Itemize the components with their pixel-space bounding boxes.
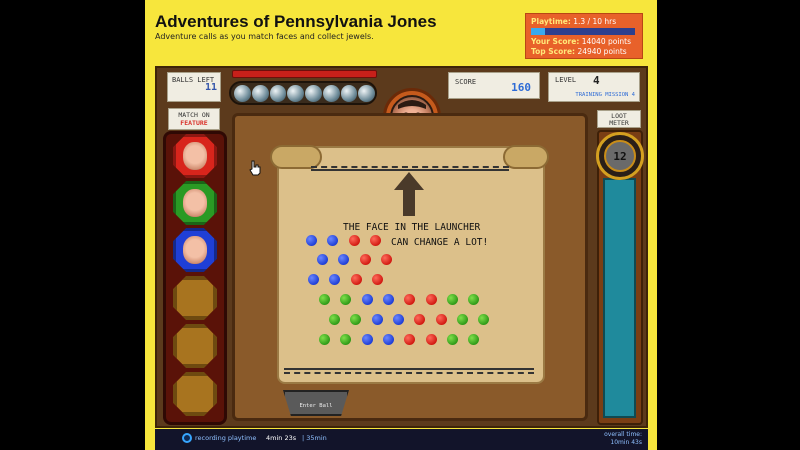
your-score-value: 14040 points	[581, 37, 632, 46]
balls-left-panel: Balls Left 11	[167, 72, 221, 102]
ball-blue	[308, 274, 319, 285]
face-gem	[173, 228, 217, 272]
queued-ball	[234, 84, 251, 102]
score-value: 160	[511, 81, 531, 94]
page-subtitle: Adventure calls as you match faces and c…	[155, 32, 374, 41]
ball-green	[456, 314, 468, 325]
loot-meter-label: Loot Meter	[597, 110, 641, 128]
top-score-value: 24940 points	[577, 47, 627, 56]
match-on-feature-label: Match on Feature	[168, 108, 220, 130]
hint-text: The face in the launcher can change a lo…	[343, 220, 523, 250]
queued-ball	[340, 84, 358, 102]
empty-gem-slot	[173, 324, 217, 368]
your-score-label: Your Score:	[531, 37, 580, 46]
ball-green	[446, 334, 458, 345]
ball-blue	[382, 334, 394, 345]
hint-line-1: The face in the launcher	[343, 222, 481, 233]
queued-ball	[287, 84, 304, 102]
ball-red	[369, 235, 381, 246]
enter-ball-cart[interactable]: Enter Ball	[283, 390, 349, 422]
ball-blue	[361, 334, 373, 345]
playtime-row: Playtime: 1.3 / 10 hrs	[531, 17, 637, 27]
match-on-text: Match on	[178, 111, 210, 119]
recording-icon	[182, 433, 192, 443]
overall-time-label: overall time:	[604, 431, 642, 438]
scroll-roll-right	[503, 145, 549, 169]
ball-blue	[392, 314, 404, 325]
your-score-row: Your Score: 14040 points	[531, 37, 637, 47]
playtime-progress	[531, 28, 635, 35]
top-rail	[311, 166, 509, 171]
queued-ball	[251, 84, 269, 102]
gem-frame	[173, 324, 217, 368]
score-label: Score	[455, 78, 477, 86]
empty-gem-slot	[173, 372, 217, 416]
face-icon	[183, 236, 207, 264]
ball-red	[380, 254, 392, 265]
loot-value: 12	[604, 140, 636, 172]
enter-ball-label: Enter Ball	[299, 403, 333, 409]
ball-green	[446, 294, 458, 305]
hand-cursor-icon	[249, 160, 261, 176]
ball-blue	[306, 235, 317, 246]
overall-time-value: 10min 43s	[610, 439, 642, 446]
face-icon	[183, 142, 207, 170]
playtime-progress-fill	[531, 28, 545, 35]
ball-red	[425, 334, 437, 345]
ball-red	[359, 254, 371, 265]
overall-time: overall time: 10min 43s	[604, 431, 642, 447]
stats-panel: Playtime: 1.3 / 10 hrs Your Score: 14040…	[525, 13, 643, 59]
power-bar	[232, 70, 377, 78]
top-score-label: Top Score:	[531, 47, 576, 56]
queued-ball	[305, 84, 322, 102]
face-icon	[183, 189, 207, 217]
ball-red	[350, 274, 362, 285]
level-value: 4	[593, 74, 600, 87]
ball-red	[371, 274, 383, 285]
queued-ball	[358, 84, 375, 102]
ball-blue	[382, 294, 394, 305]
page-title: Adventures of Pennsylvania Jones	[155, 12, 437, 31]
recording-time-left: | 35min	[302, 434, 327, 442]
status-bar: recording playtime 4min 23s | 35min over…	[155, 429, 648, 450]
balls-left-value: 11	[205, 82, 218, 93]
top-score-row: Top Score: 24940 points	[531, 47, 637, 57]
score-panel: Score 160	[448, 72, 540, 99]
ball-green	[319, 294, 330, 305]
playtime-value: 1.3 / 10 hrs	[573, 17, 617, 26]
queued-ball	[269, 84, 287, 102]
recording-time: 4min 23s	[266, 434, 297, 442]
level-panel: Level 4 Training Mission 4	[548, 72, 640, 102]
playtime-label: Playtime:	[531, 17, 571, 26]
gem-frame	[173, 276, 217, 320]
level-label: Level	[555, 76, 577, 84]
bottom-rail	[284, 368, 534, 374]
empty-gem-slot	[173, 276, 217, 320]
face-gem	[173, 181, 217, 225]
recording-label: recording playtime	[195, 434, 257, 442]
gem-frame	[173, 372, 217, 416]
ball-blue	[371, 314, 383, 325]
level-mission: Training Mission 4	[575, 92, 635, 98]
ball-green	[319, 334, 330, 345]
ball-tube	[229, 81, 377, 105]
feature-text: Feature	[180, 119, 208, 127]
up-arrow-icon	[394, 172, 424, 216]
face-gem	[173, 134, 217, 178]
ball-red	[425, 294, 437, 305]
loot-meter	[603, 178, 636, 418]
ball-red	[435, 314, 447, 325]
queued-ball	[322, 84, 340, 102]
ball-blue	[361, 294, 373, 305]
loot-dial: 12	[596, 132, 644, 180]
ball-green	[329, 314, 340, 325]
ball-blue	[317, 254, 328, 265]
ball-red	[348, 235, 360, 246]
